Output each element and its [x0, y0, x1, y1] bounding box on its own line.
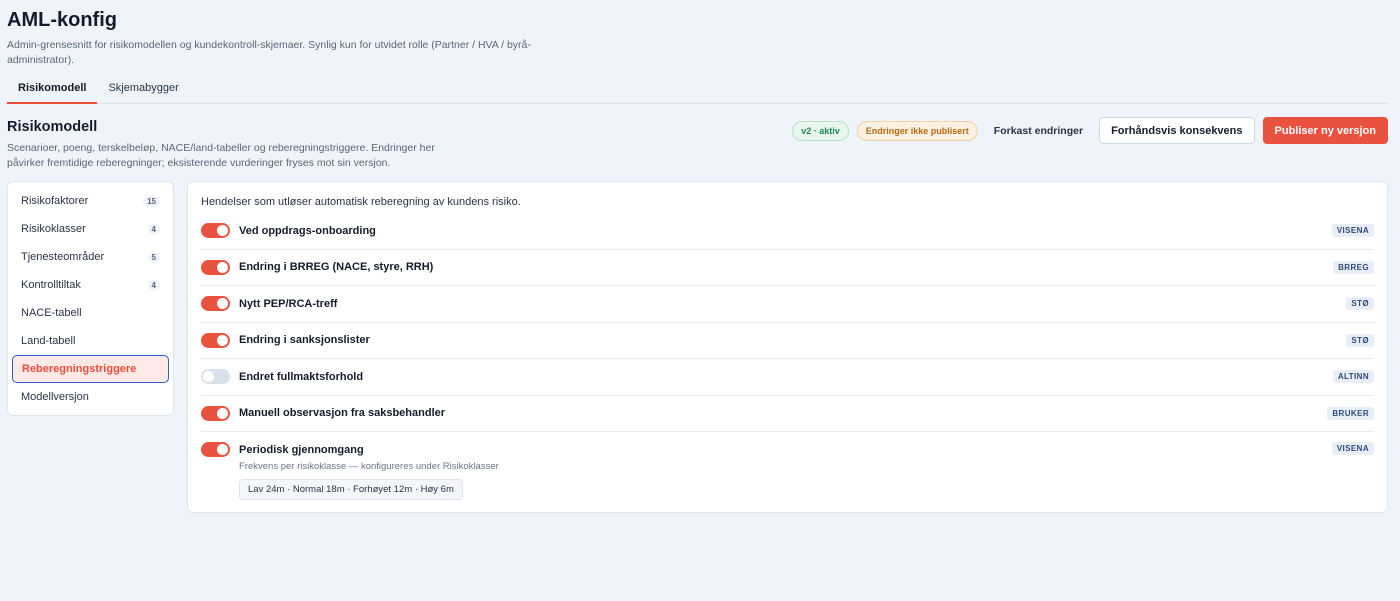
sidebar-item-label: Risikofaktorer — [21, 195, 89, 207]
discard-changes-button[interactable]: Forkast endringer — [986, 125, 1091, 137]
sidebar-item-label: Tjenesteområder — [21, 251, 105, 263]
panel-intro: Hendelser som utløser automatisk rebereg… — [201, 196, 521, 208]
section-header: Risikomodell Scenarioer, poeng, terskelb… — [7, 118, 467, 171]
source-badge: VISENA — [1331, 224, 1374, 238]
sidebar-item-label: Modellversjon — [21, 391, 89, 403]
frequency-chip: Lav 24m · Normal 18m · Forhøyet 12m · Hø… — [239, 479, 463, 500]
sidebar-item-count: 4 — [147, 223, 160, 235]
version-badge: v2 · aktiv — [792, 120, 849, 141]
trigger-row: Periodisk gjennomgang Frekvens per risik… — [201, 432, 1374, 500]
sidebar-item-label: NACE-tabell — [21, 307, 82, 319]
trigger-row: Manuell observasjon fra saksbehandler BR… — [201, 396, 1374, 432]
sidebar-item-tjenesteomrader[interactable]: Tjenesteområder 5 — [12, 243, 169, 271]
tab-risikomodell[interactable]: Risikomodell — [7, 74, 98, 104]
trigger-toggle[interactable] — [201, 259, 230, 275]
page-subtitle: Admin-grensesnitt for risikomodellen og … — [7, 39, 531, 66]
source-badge: STØ — [1346, 297, 1374, 311]
trigger-row: Endring i sanksjonslister STØ — [201, 323, 1374, 359]
trigger-row: Nytt PEP/RCA-treff STØ — [201, 286, 1374, 323]
sidebar-item-reberegningstriggere[interactable]: Reberegningstriggere — [12, 355, 169, 383]
publish-version-button[interactable]: Publiser ny versjon — [1262, 117, 1388, 144]
source-badge: STØ — [1346, 333, 1374, 347]
triggers-panel: Hendelser som utløser automatisk rebereg… — [187, 181, 1388, 513]
sidebar-item-label: Land-tabell — [21, 335, 76, 347]
sidebar-item-count: 15 — [143, 195, 160, 207]
page-title: AML-konfig — [7, 9, 117, 31]
sidebar-item-label: Kontrolltiltak — [21, 279, 81, 291]
sidebar-item-kontrolltiltak[interactable]: Kontrolltiltak 4 — [12, 271, 169, 299]
sidebar-nav: Risikofaktorer 15 Risikoklasser 4 Tjenes… — [7, 181, 174, 416]
source-badge: VISENA — [1331, 442, 1374, 455]
page-header: AML-konfig Admin-grensesnitt for risikom… — [7, 8, 607, 68]
tab-bar: Risikomodell Skjemabygger — [7, 74, 1388, 104]
sidebar-item-land-tabell[interactable]: Land-tabell — [12, 327, 169, 355]
trigger-label: Endring i BRREG (NACE, styre, RRH) — [239, 261, 434, 274]
trigger-description: Frekvens per risikoklasse — konfigureres… — [239, 461, 499, 472]
trigger-toggle[interactable] — [201, 442, 230, 457]
sidebar-item-label: Reberegningstriggere — [22, 363, 137, 375]
sidebar-item-count: 4 — [147, 279, 160, 291]
section-subtitle: Scenarioer, poeng, terskelbeløp, NACE/la… — [7, 142, 435, 169]
trigger-label: Nytt PEP/RCA-treff — [239, 297, 338, 310]
trigger-toggle[interactable] — [201, 223, 230, 239]
preview-consequence-button[interactable]: Forhåndsvis konsekvens — [1099, 117, 1255, 144]
sidebar-item-nace-tabell[interactable]: NACE-tabell — [12, 299, 169, 327]
tab-skjemabygger[interactable]: Skjemabygger — [97, 74, 189, 104]
trigger-row: Ved oppdrags-onboarding VISENA — [201, 213, 1374, 250]
trigger-row: Endring i BRREG (NACE, styre, RRH) BRREG — [201, 250, 1374, 286]
sidebar-item-risikoklasser[interactable]: Risikoklasser 4 — [12, 215, 169, 243]
section-title: Risikomodell — [7, 119, 98, 135]
source-badge: BRREG — [1333, 260, 1374, 274]
trigger-toggle[interactable] — [201, 405, 230, 421]
sidebar-item-count: 5 — [147, 251, 160, 263]
sidebar-item-risikofaktorer[interactable]: Risikofaktorer 15 — [12, 187, 169, 215]
trigger-label: Manuell observasjon fra saksbehandler — [239, 407, 446, 420]
trigger-toggle[interactable] — [201, 332, 230, 348]
sidebar-item-modellversjon[interactable]: Modellversjon — [12, 383, 169, 411]
source-badge: BRUKER — [1327, 406, 1374, 420]
trigger-toggle[interactable] — [201, 369, 230, 385]
trigger-label: Periodisk gjennomgang — [239, 443, 364, 456]
trigger-row: Endret fullmaktsforhold ALTINN — [201, 359, 1374, 396]
trigger-label: Ved oppdrags-onboarding — [239, 224, 376, 237]
trigger-toggle[interactable] — [201, 296, 230, 312]
action-bar: v2 · aktiv Endringer ikke publisert Fork… — [792, 117, 1388, 144]
source-badge: ALTINN — [1332, 370, 1374, 384]
unpublished-badge: Endringer ikke publisert — [856, 120, 978, 141]
trigger-label: Endring i sanksjonslister — [239, 334, 370, 347]
sidebar-item-label: Risikoklasser — [21, 223, 86, 235]
trigger-label: Endret fullmaktsforhold — [239, 370, 364, 383]
